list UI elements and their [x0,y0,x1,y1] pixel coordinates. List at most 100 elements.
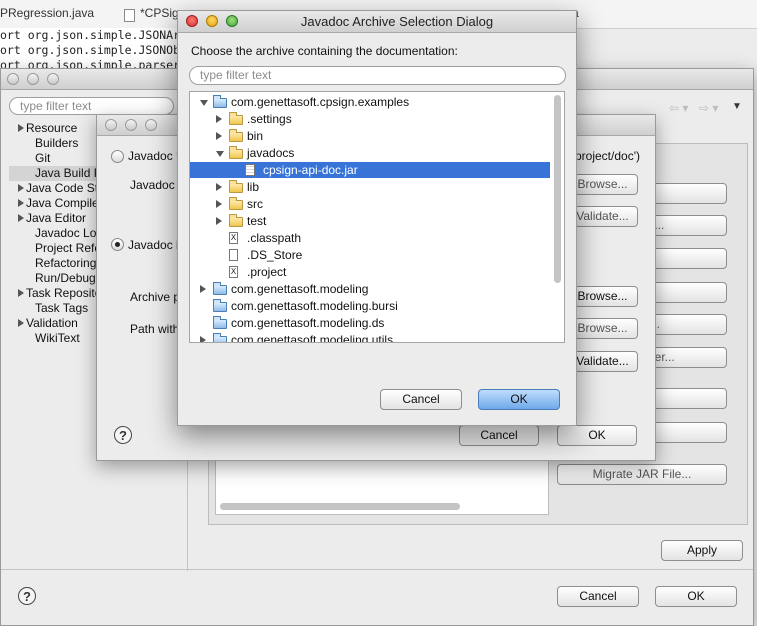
archive-ok-button[interactable]: OK [478,389,560,410]
tree-item[interactable]: .DS_Store [190,247,550,263]
archive-path-label: Archive p [130,290,181,304]
editor-tab-cpsign[interactable]: *CPSig [140,6,179,20]
folder-icon [229,180,243,193]
expand-arrow-icon[interactable] [216,183,222,191]
tree-item-label: .DS_Store [247,248,303,262]
javadoc-location-label: Javadoc l [130,178,181,192]
project-folder-icon [213,299,227,312]
tree-item-selected[interactable]: cpsign-api-doc.jar [190,162,550,178]
properties-ok-button[interactable]: OK [655,586,737,607]
tree-item-label: com.genettasoft.modeling [231,282,369,296]
zoom-window-button[interactable] [145,119,157,131]
tree-item-label: javadocs [247,146,295,160]
javadoc-archive-label: Javadoc i [128,238,179,252]
expand-arrow-icon[interactable] [18,214,24,222]
xml-file-icon: X [229,266,238,278]
nav-item-label: Task Tags [35,301,89,315]
expand-arrow-icon[interactable] [216,217,222,225]
properties-cancel-button[interactable]: Cancel [557,586,639,607]
validate-url-button[interactable]: Validate... [567,206,638,227]
browse-archive-button[interactable]: Browse... [567,286,638,307]
tree-scrollbar[interactable] [554,95,561,283]
collapse-arrow-icon[interactable] [200,100,208,106]
tree-item-label: com.genettasoft.modeling.bursi [231,299,398,313]
tree-item-label: lib [247,180,260,194]
project-folder-icon [213,316,227,329]
tree-item-label: com.genettasoft.modeling.ds [231,316,385,330]
close-window-button[interactable] [105,119,117,131]
java-file-icon [124,9,135,22]
close-window-button[interactable] [7,73,19,85]
zoom-window-button[interactable] [47,73,59,85]
tree-item-label: .classpath [247,231,302,245]
folder-icon [229,112,243,125]
expand-arrow-icon[interactable] [18,289,24,297]
archive-selection-dialog: Javadoc Archive Selection Dialog Choose … [177,10,577,426]
migrate-jar-button[interactable]: Migrate JAR File... [557,464,727,485]
forward-icon[interactable]: ⇨ ▾ [699,101,718,115]
project-folder-icon [213,95,227,108]
expand-arrow-icon[interactable] [216,132,222,140]
nav-item-label: Java Code Sty [26,181,105,195]
tree-item-label: com.genettasoft.cpsign.examples [231,95,410,109]
project-folder-icon [213,282,227,295]
view-menu-icon[interactable]: ▼ [732,101,742,112]
horizontal-scrollbar[interactable] [220,503,460,510]
minimize-window-button[interactable] [125,119,137,131]
folder-icon [229,214,243,227]
tree-item[interactable]: com.genettasoft.modeling.utils [190,332,550,343]
tree-item[interactable]: test [190,213,550,229]
help-icon[interactable]: ? [18,587,36,605]
tree-item[interactable]: bin [190,128,550,144]
nav-item-label: Git [35,151,51,165]
archive-filter-input[interactable]: type filter text [189,66,566,85]
archive-tree[interactable]: com.genettasoft.cpsign.examples .settings… [189,91,565,343]
browse-url-button[interactable]: Browse... [567,174,638,195]
expand-arrow-icon[interactable] [200,285,206,293]
nav-item-label: Builders [35,136,79,150]
tree-item[interactable]: X .classpath [190,230,550,246]
expand-arrow-icon[interactable] [18,184,24,192]
expand-arrow-icon[interactable] [216,200,222,208]
tree-item[interactable]: com.genettasoft.cpsign.examples [190,94,550,110]
nav-item-label: WikiText [35,331,80,345]
tree-item[interactable]: com.genettasoft.modeling [190,281,550,297]
tree-item-label: com.genettasoft.modeling.utils [231,333,394,343]
tree-item[interactable]: X .project [190,264,550,280]
validate-archive-button[interactable]: Validate... [567,351,638,372]
tree-item-label: .settings [247,112,292,126]
folder-icon [229,146,243,159]
tree-item[interactable]: src [190,196,550,212]
tree-item[interactable]: .settings [190,111,550,127]
javadoc-archive-radio[interactable] [111,238,124,251]
back-icon[interactable]: ⇦ ▾ [669,101,688,115]
nav-item-label: Java Compiler [26,196,103,210]
expand-arrow-icon[interactable] [18,319,24,327]
tree-item[interactable]: lib [190,179,550,195]
properties-filter-input[interactable]: type filter text [9,97,174,115]
javadoc-url-radio[interactable] [111,150,124,163]
browse-path-button[interactable]: Browse... [567,318,638,339]
archive-cancel-button[interactable]: Cancel [380,389,462,410]
expand-arrow-icon[interactable] [216,115,222,123]
help-icon[interactable]: ? [114,426,132,444]
apply-button[interactable]: Apply [661,540,743,561]
editor-tab-regression[interactable]: PRegression.java [0,6,94,20]
expand-arrow-icon[interactable] [18,199,24,207]
config-ok-button[interactable]: OK [557,425,637,446]
expand-arrow-icon[interactable] [18,124,24,132]
archive-dialog-prompt: Choose the archive containing the docume… [191,44,458,58]
collapse-arrow-icon[interactable] [216,151,224,157]
tree-item[interactable]: javadocs [190,145,550,161]
nav-item-label: Task Reposito [26,286,102,300]
jar-file-icon [245,164,255,176]
nav-item-label: Resource [26,121,78,135]
expand-arrow-icon[interactable] [200,336,206,342]
config-cancel-button[interactable]: Cancel [459,425,539,446]
file-icon [229,249,238,261]
tree-item[interactable]: com.genettasoft.modeling.bursi [190,298,550,314]
minimize-window-button[interactable] [27,73,39,85]
nav-item-label: Java Editor [26,211,87,225]
tree-item[interactable]: com.genettasoft.modeling.ds [190,315,550,331]
xml-file-icon: X [229,232,238,244]
